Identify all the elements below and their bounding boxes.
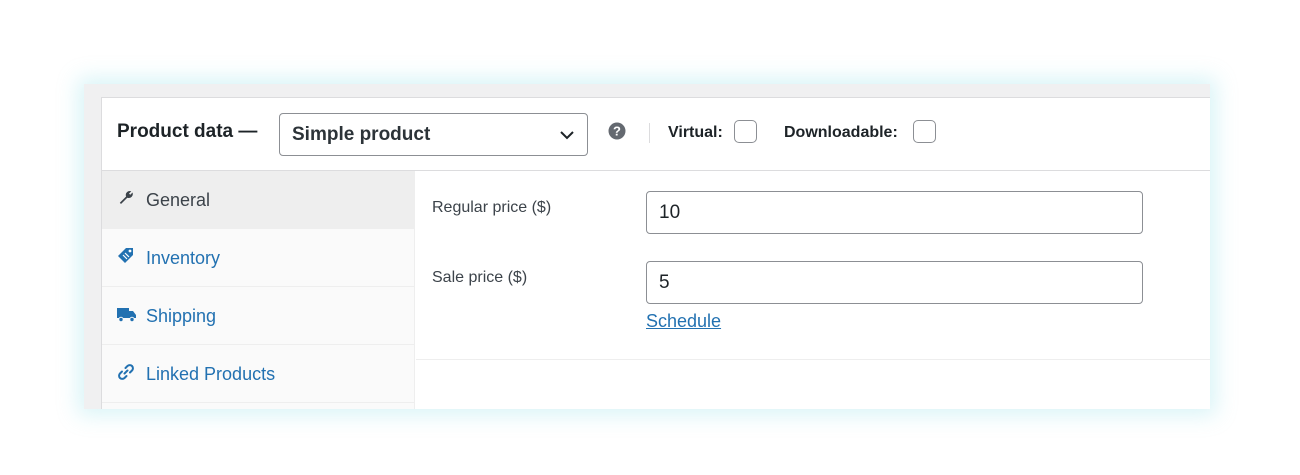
- tab-linked-products[interactable]: Linked Products: [102, 345, 415, 403]
- virtual-checkbox[interactable]: [734, 120, 757, 143]
- wrench-icon: [117, 189, 135, 207]
- tab-linked-products-label: Linked Products: [146, 364, 276, 384]
- tab-shipping-label: Shipping: [146, 306, 217, 326]
- sale-price-input[interactable]: [646, 261, 1143, 304]
- link-icon: [117, 363, 135, 381]
- sale-price-label: Sale price ($): [432, 269, 528, 286]
- downloadable-checkbox[interactable]: [913, 120, 936, 143]
- chevron-down-icon: [559, 128, 575, 146]
- regular-price-label: Regular price ($): [432, 199, 552, 216]
- help-icon[interactable]: ?: [608, 122, 626, 145]
- general-options-panel: Regular price ($) Sale price ($) Schedul…: [416, 171, 1210, 360]
- tag-icon: [117, 247, 135, 265]
- svg-text:?: ?: [613, 124, 621, 139]
- virtual-label: Virtual:: [668, 124, 723, 141]
- product-data-header: Product data — Simple product ? Virtual:…: [102, 98, 1210, 171]
- product-type-select[interactable]: Simple product: [279, 113, 588, 156]
- regular-price-input[interactable]: [646, 191, 1143, 234]
- downloadable-label: Downloadable:: [784, 124, 898, 141]
- schedule-link[interactable]: Schedule: [646, 311, 721, 332]
- tab-general[interactable]: General: [102, 171, 415, 229]
- header-divider: [649, 123, 650, 143]
- tab-general-label: General: [146, 190, 211, 210]
- tab-shipping[interactable]: Shipping: [102, 287, 415, 345]
- product-data-title: Product data —: [117, 121, 258, 142]
- product-data-tabs: General Inventory Shipping Linked Produc…: [102, 171, 415, 409]
- tab-inventory[interactable]: Inventory: [102, 229, 415, 287]
- product-data-panel: Product data — Simple product ? Virtual:…: [101, 97, 1210, 409]
- product-type-selected-value: Simple product: [292, 124, 431, 145]
- product-data-card: Product data — Simple product ? Virtual:…: [84, 84, 1210, 409]
- tab-inventory-label: Inventory: [146, 248, 221, 268]
- truck-icon: [117, 305, 136, 323]
